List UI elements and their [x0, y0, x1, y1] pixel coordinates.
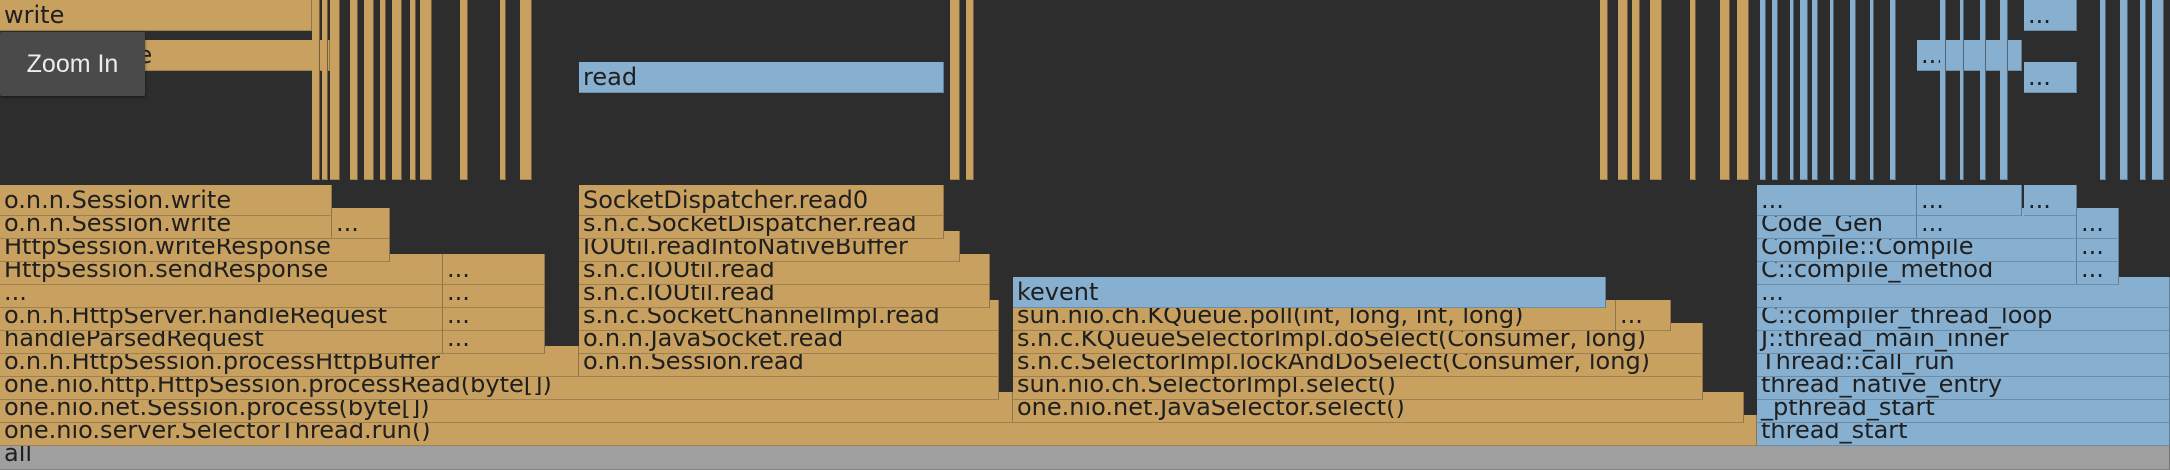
- flame-frame[interactable]: [2100, 0, 2106, 180]
- flame-frame[interactable]: [392, 0, 402, 180]
- flame-frame[interactable]: [1980, 0, 1986, 180]
- flame-frame[interactable]: [2140, 0, 2146, 180]
- flame-frame[interactable]: SocketDispatcher.read0: [579, 185, 944, 216]
- flame-frame[interactable]: [1618, 0, 1628, 180]
- flame-frame[interactable]: ...: [1917, 185, 2022, 216]
- flame-frame[interactable]: [2120, 0, 2128, 180]
- flame-frame[interactable]: ...: [2024, 62, 2077, 93]
- flame-frame[interactable]: [330, 0, 340, 180]
- flame-frame[interactable]: [410, 0, 416, 180]
- flame-frame[interactable]: [460, 0, 468, 180]
- flame-frame[interactable]: [950, 0, 960, 180]
- flame-frame[interactable]: [1600, 0, 1608, 180]
- flame-frame[interactable]: [520, 0, 532, 180]
- flame-frame[interactable]: ...: [332, 208, 390, 239]
- flame-frame[interactable]: [1870, 0, 1874, 180]
- flame-frame[interactable]: [1960, 0, 1964, 180]
- flame-frame[interactable]: [2000, 0, 2008, 180]
- flame-graph: all one.nio.server.SelectorThread.run() th…: [0, 0, 2170, 470]
- flame-frame[interactable]: ...: [2024, 185, 2077, 216]
- flame-frame[interactable]: [1940, 0, 1946, 180]
- flame-frame[interactable]: o.n.n.Session.write: [0, 185, 332, 216]
- flame-frame[interactable]: ...: [1616, 300, 1671, 331]
- flame-frame[interactable]: [1690, 0, 1696, 180]
- flame-frame[interactable]: [350, 0, 358, 180]
- flame-frame[interactable]: [1790, 0, 1794, 180]
- flame-frame[interactable]: [420, 0, 432, 180]
- zoom-in-button[interactable]: Zoom In: [0, 32, 145, 96]
- flame-frame[interactable]: [500, 0, 506, 180]
- flame-frame[interactable]: [1890, 0, 1896, 180]
- flame-frame[interactable]: [1772, 0, 1778, 180]
- flame-frame[interactable]: ...: [2024, 0, 2077, 31]
- flame-frame[interactable]: [1720, 0, 1730, 180]
- flame-frame[interactable]: ...: [443, 254, 545, 285]
- flame-frame[interactable]: [380, 0, 386, 180]
- flame-frame[interactable]: ...: [2077, 208, 2119, 239]
- flame-frame[interactable]: read: [579, 62, 944, 93]
- flame-frame[interactable]: ...: [1757, 185, 1917, 216]
- flame-frame[interactable]: [1850, 0, 1856, 180]
- flame-frame[interactable]: [966, 0, 974, 180]
- flame-frame[interactable]: [312, 0, 320, 180]
- flame-frame[interactable]: [1632, 0, 1640, 180]
- flame-frame[interactable]: [322, 0, 328, 180]
- flame-frame[interactable]: [1737, 0, 1749, 180]
- flame-frame[interactable]: [364, 0, 374, 180]
- flame-frame[interactable]: [1650, 0, 1662, 180]
- flame-frame[interactable]: [1830, 0, 1834, 180]
- flame-frame[interactable]: write: [0, 0, 312, 31]
- flame-frame[interactable]: [1812, 0, 1818, 180]
- flame-frame[interactable]: [1760, 0, 1766, 180]
- flame-frame[interactable]: [1800, 0, 1808, 180]
- flame-frame[interactable]: [2152, 0, 2164, 180]
- flame-frame[interactable]: kevent: [1013, 277, 1606, 308]
